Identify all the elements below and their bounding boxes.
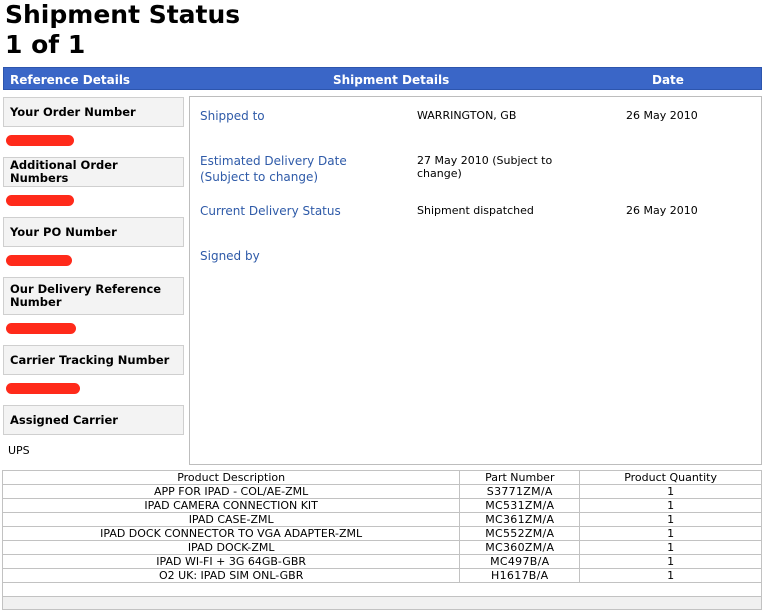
products-header-row: Product Description Part Number Product … bbox=[1, 470, 762, 485]
product-quantity: 1 bbox=[579, 540, 762, 555]
tracking-number-redaction bbox=[6, 383, 80, 394]
header-reference-details: Reference Details bbox=[10, 73, 131, 87]
part-number: H1617B/A bbox=[459, 568, 581, 583]
column-header-bar: Reference Details Shipment Details Date bbox=[3, 67, 762, 90]
assigned-carrier-value: UPS bbox=[8, 444, 30, 457]
product-description: O2 UK: IPAD SIM ONL-GBR bbox=[1, 568, 461, 583]
part-number: MC552ZM/A bbox=[459, 526, 581, 541]
part-number: MC361ZM/A bbox=[459, 512, 581, 527]
part-number-header: Part Number bbox=[459, 470, 581, 485]
part-number: MC360ZM/A bbox=[459, 540, 581, 555]
product-description: IPAD WI-FI + 3G 64GB-GBR bbox=[1, 554, 461, 569]
product-quantity: 1 bbox=[579, 512, 762, 527]
table-row: IPAD WI-FI + 3G 64GB-GBR MC497B/A 1 bbox=[1, 554, 762, 569]
shipped-to-label: Shipped to bbox=[200, 109, 265, 123]
product-description: IPAD CAMERA CONNECTION KIT bbox=[1, 498, 461, 513]
assigned-carrier-label: Assigned Carrier bbox=[3, 405, 184, 435]
shipped-to-date: 26 May 2010 bbox=[626, 109, 698, 122]
additional-order-numbers-label: Additional Order Numbers bbox=[3, 157, 184, 187]
current-status-label: Current Delivery Status bbox=[200, 204, 341, 218]
table-spacer-row bbox=[2, 582, 762, 597]
po-number-label: Your PO Number bbox=[3, 217, 184, 247]
shipment-details-panel: Shipped to WARRINGTON, GB 26 May 2010 Es… bbox=[189, 96, 762, 465]
part-number: MC531ZM/A bbox=[459, 498, 581, 513]
table-footer-row bbox=[2, 596, 762, 610]
product-description: IPAD DOCK CONNECTOR TO VGA ADAPTER-ZML bbox=[1, 526, 461, 541]
header-date: Date bbox=[652, 73, 684, 87]
tracking-number-label: Carrier Tracking Number bbox=[3, 345, 184, 375]
product-description: APP FOR IPAD - COL/AE-ZML bbox=[1, 484, 461, 499]
product-quantity: 1 bbox=[579, 554, 762, 569]
page-title: Shipment Status bbox=[5, 0, 241, 29]
delivery-reference-redaction bbox=[6, 323, 76, 334]
delivery-reference-label: Our Delivery Reference Number bbox=[3, 277, 184, 315]
product-quantity-header: Product Quantity bbox=[579, 470, 762, 485]
order-number-redaction bbox=[6, 135, 74, 146]
header-shipment-details: Shipment Details bbox=[333, 73, 450, 87]
table-row: O2 UK: IPAD SIM ONL-GBR H1617B/A 1 bbox=[1, 568, 762, 583]
product-description: IPAD DOCK-ZML bbox=[1, 540, 461, 555]
part-number: MC497B/A bbox=[459, 554, 581, 569]
product-quantity: 1 bbox=[579, 498, 762, 513]
shipped-to-value: WARRINGTON, GB bbox=[417, 109, 517, 122]
estimated-delivery-value: 27 May 2010 (Subject to change) bbox=[417, 154, 553, 180]
current-status-value: Shipment dispatched bbox=[417, 204, 534, 217]
signed-by-label: Signed by bbox=[200, 249, 260, 263]
product-description-header: Product Description bbox=[1, 470, 461, 485]
product-quantity: 1 bbox=[579, 484, 762, 499]
product-description: IPAD CASE-ZML bbox=[1, 512, 461, 527]
table-footer-cell bbox=[2, 596, 762, 610]
order-number-label: Your Order Number bbox=[3, 97, 184, 127]
part-number: S3771ZM/A bbox=[459, 484, 581, 499]
estimated-delivery-label: Estimated Delivery Date (Subject to chan… bbox=[200, 154, 347, 184]
current-status-date: 26 May 2010 bbox=[626, 204, 698, 217]
po-number-redaction bbox=[6, 255, 72, 266]
table-row: IPAD CAMERA CONNECTION KIT MC531ZM/A 1 bbox=[1, 498, 762, 513]
table-row: IPAD DOCK CONNECTOR TO VGA ADAPTER-ZML M… bbox=[1, 526, 762, 541]
product-quantity: 1 bbox=[579, 568, 762, 583]
table-row: APP FOR IPAD - COL/AE-ZML S3771ZM/A 1 bbox=[1, 484, 762, 499]
table-row: IPAD DOCK-ZML MC360ZM/A 1 bbox=[1, 540, 762, 555]
table-row: IPAD CASE-ZML MC361ZM/A 1 bbox=[1, 512, 762, 527]
page-count: 1 of 1 bbox=[5, 30, 86, 59]
product-quantity: 1 bbox=[579, 526, 762, 541]
products-table: Product Description Part Number Product … bbox=[1, 470, 762, 610]
additional-order-numbers-redaction bbox=[6, 195, 74, 206]
table-spacer-cell bbox=[2, 582, 762, 597]
